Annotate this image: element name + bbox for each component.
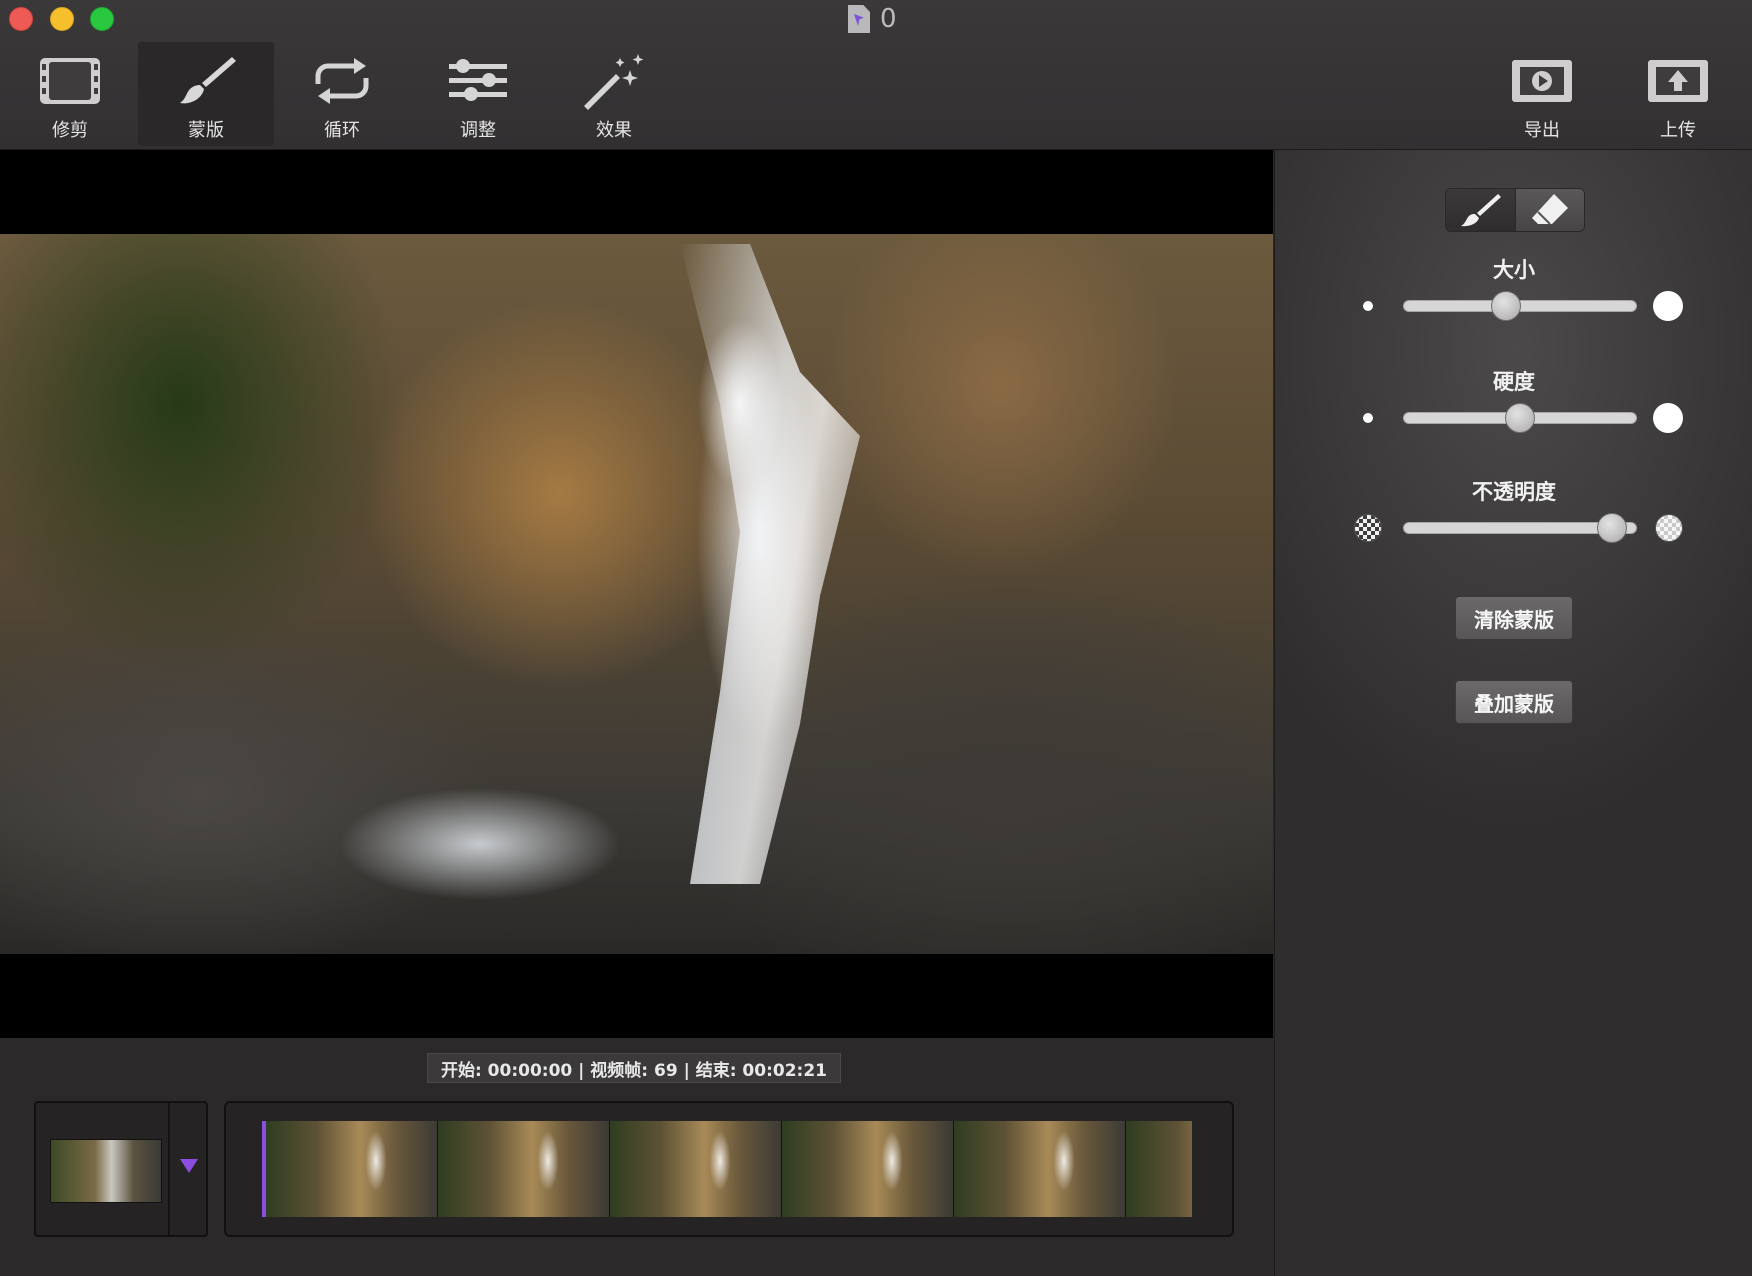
loop-icon xyxy=(307,50,377,112)
clear-mask-button[interactable]: 清除蒙版 xyxy=(1455,596,1573,640)
waterfall-highlight xyxy=(680,244,860,884)
eraser-mode-button[interactable] xyxy=(1514,189,1584,231)
filmstrip-timeline[interactable] xyxy=(224,1101,1234,1237)
close-window-button[interactable] xyxy=(9,7,33,31)
clip-divider xyxy=(168,1103,170,1235)
tool-label: 效果 xyxy=(596,120,632,141)
size-label: 大小 xyxy=(1493,258,1535,282)
brush-mode-button[interactable] xyxy=(1446,189,1515,231)
app-window: 0 修剪 蒙版 循环 调整 效果 导出 上传 开始: 00:00:00 | 视频… xyxy=(0,0,1752,1276)
film-trim-icon xyxy=(35,50,105,112)
opaque-icon xyxy=(1655,514,1683,542)
hard-edge-icon xyxy=(1653,403,1683,433)
filmstrip-frame xyxy=(1126,1121,1192,1217)
document-icon xyxy=(848,5,870,33)
soft-edge-icon xyxy=(1363,413,1373,423)
magic-wand-icon xyxy=(579,50,649,112)
slider-track[interactable] xyxy=(1403,513,1637,543)
slider-knob[interactable] xyxy=(1596,513,1627,543)
upload-film-icon xyxy=(1643,50,1713,112)
opacity-slider[interactable] xyxy=(1351,508,1691,548)
slider-track[interactable] xyxy=(1403,291,1637,321)
small-brush-icon xyxy=(1363,301,1373,311)
filmstrip-frame xyxy=(438,1121,610,1217)
zoom-window-button[interactable] xyxy=(90,7,114,31)
slider-knob[interactable] xyxy=(1505,403,1535,433)
large-brush-icon xyxy=(1653,291,1683,321)
eraser-icon xyxy=(1531,194,1568,225)
clip-dropdown-arrow-icon[interactable] xyxy=(180,1159,198,1173)
tool-effects[interactable]: 效果 xyxy=(546,42,682,146)
brush-eraser-toggle[interactable] xyxy=(1445,188,1585,232)
tool-label: 蒙版 xyxy=(188,120,224,141)
tool-label: 循环 xyxy=(324,120,360,141)
video-frame-waterfall[interactable] xyxy=(0,234,1273,954)
tool-loop[interactable]: 循环 xyxy=(274,42,410,146)
tool-mask[interactable]: 蒙版 xyxy=(138,42,274,146)
playhead[interactable] xyxy=(262,1121,266,1217)
filmstrip-frames[interactable] xyxy=(266,1121,1192,1217)
hardness-slider[interactable] xyxy=(1351,398,1691,438)
document-title: 0 xyxy=(848,2,897,36)
opacity-label: 不透明度 xyxy=(1472,480,1556,504)
filmstrip-frame xyxy=(782,1121,954,1217)
filmstrip-frame xyxy=(954,1121,1126,1217)
clip-selector[interactable] xyxy=(34,1101,208,1237)
clip-thumbnail[interactable] xyxy=(50,1139,162,1203)
upload-label: 上传 xyxy=(1660,120,1696,141)
minimize-window-button[interactable] xyxy=(50,7,74,31)
slider-track[interactable] xyxy=(1403,403,1637,433)
filmstrip-frame xyxy=(266,1121,438,1217)
filmstrip-frame xyxy=(610,1121,782,1217)
tool-adjust[interactable]: 调整 xyxy=(410,42,546,146)
tool-trim[interactable]: 修剪 xyxy=(2,42,138,146)
brush-icon xyxy=(1461,194,1502,227)
size-slider[interactable] xyxy=(1351,286,1691,326)
brush-icon xyxy=(171,50,241,112)
export-film-icon xyxy=(1507,50,1577,112)
export-button[interactable]: 导出 xyxy=(1474,42,1610,146)
sliders-icon xyxy=(443,50,513,112)
timecode-readout: 开始: 00:00:00 | 视频帧: 69 | 结束: 00:02:21 xyxy=(427,1053,841,1083)
add-mask-button[interactable]: 叠加蒙版 xyxy=(1455,680,1573,724)
video-preview[interactable] xyxy=(0,150,1273,1038)
tool-label: 修剪 xyxy=(52,120,88,141)
slider-knob[interactable] xyxy=(1490,291,1521,321)
window-title: 0 xyxy=(880,4,897,34)
upload-button[interactable]: 上传 xyxy=(1610,42,1746,146)
tool-label: 调整 xyxy=(460,120,496,141)
export-label: 导出 xyxy=(1524,120,1560,141)
toolbar: 0 修剪 蒙版 循环 调整 效果 导出 上传 xyxy=(0,0,1752,150)
hardness-label: 硬度 xyxy=(1493,370,1535,394)
transparent-icon xyxy=(1354,514,1382,542)
mask-inspector-panel: 大小 硬度 不透明度 清除蒙版 叠加蒙版 xyxy=(1274,150,1752,1276)
